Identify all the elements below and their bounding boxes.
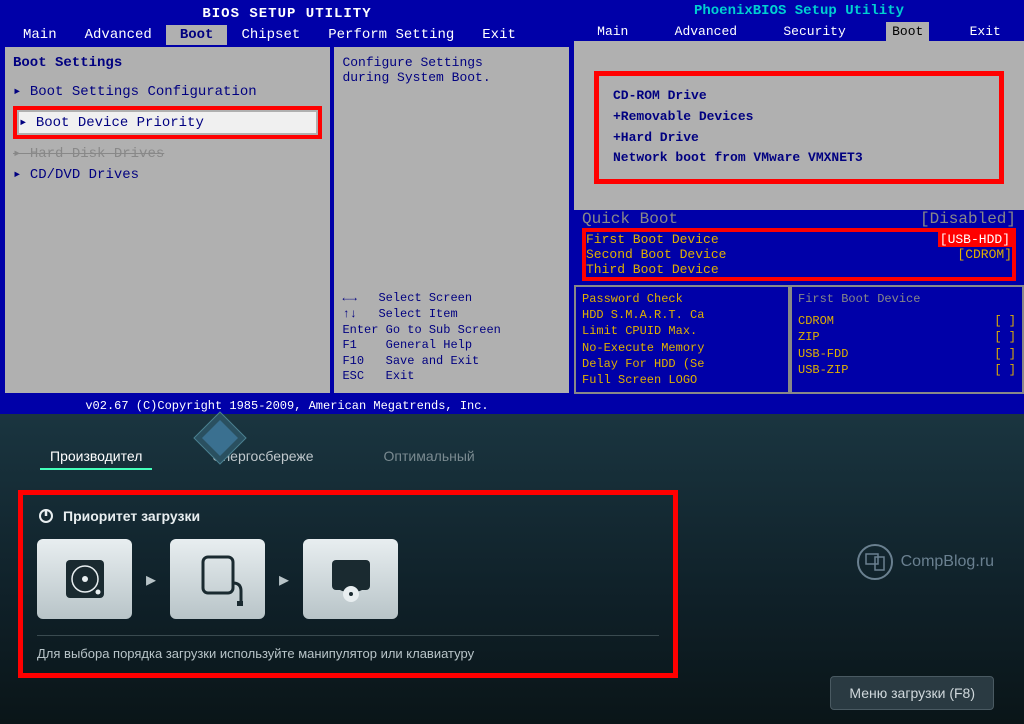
ami-bios-panel: BIOS SETUP UTILITY Main Advanced Boot Ch… <box>0 0 574 414</box>
award-left-4[interactable]: Delay For HDD (Se <box>582 356 782 372</box>
ami-desc-line2: during System Boot. <box>342 70 561 85</box>
ami-desc-line1: Configure Settings <box>342 55 561 70</box>
efi-boot-optical-drive[interactable] <box>303 539 398 619</box>
ami-help-5: ESC Exit <box>342 369 561 385</box>
efi-boot-hard-drive[interactable] <box>37 539 132 619</box>
chevron-right-icon: ▸ <box>146 567 156 592</box>
ami-menu-exit[interactable]: Exit <box>468 25 530 45</box>
phoenix-menu-exit[interactable]: Exit <box>964 22 1007 41</box>
ami-help-4: F10 Save and Exit <box>342 354 561 370</box>
award-opt-0[interactable]: CDROM[ ] <box>798 313 1016 329</box>
award-left-5[interactable]: Full Screen LOGO <box>582 372 782 388</box>
award-left-1[interactable]: HDD S.M.A.R.T. Ca <box>582 307 782 323</box>
highlight-box-ami: ▸ Boot Device Priority <box>13 106 322 139</box>
award-left-3[interactable]: No-Execute Memory <box>582 340 782 356</box>
award-right-col: First Boot Device CDROM[ ] ZIP[ ] USB-FD… <box>790 285 1024 394</box>
efi-heading-text: Приоритет загрузки <box>63 508 200 524</box>
phoenix-bios-panel: PhoenixBIOS Setup Utility Main Advanced … <box>574 0 1024 210</box>
ami-help-3: F1 General Help <box>342 338 561 354</box>
phoenix-boot-1[interactable]: +Removable Devices <box>613 107 985 128</box>
award-quickboot-value: [Disabled] <box>920 210 1016 228</box>
phoenix-title: PhoenixBIOS Setup Utility <box>574 0 1024 22</box>
compblog-icon <box>857 544 893 580</box>
award-first-label: First Boot Device <box>586 232 719 247</box>
ami-item-cd-dvd-drives[interactable]: ▸ CD/DVD Drives <box>13 164 322 185</box>
optical-drive-icon <box>326 554 376 604</box>
highlight-box-award: First Boot Device [USB-HDD] Second Boot … <box>582 228 1016 281</box>
highlight-box-efi: Приоритет загрузки ▸ ▸ Для выбора порядк… <box>18 490 678 678</box>
award-left-col: Password Check HDD S.M.A.R.T. Ca Limit C… <box>574 285 790 394</box>
highlight-box-phoenix: CD-ROM Drive +Removable Devices +Hard Dr… <box>594 71 1004 184</box>
ami-left-pane: Boot Settings ▸ Boot Settings Configurat… <box>3 45 332 395</box>
award-opt-2[interactable]: USB-FDD[ ] <box>798 346 1016 362</box>
award-row-second[interactable]: Second Boot Device [CDROM] <box>586 247 1012 262</box>
award-opt-3[interactable]: USB-ZIP[ ] <box>798 362 1016 378</box>
ami-menu-boot[interactable]: Boot <box>166 25 228 45</box>
award-opt-1[interactable]: ZIP[ ] <box>798 329 1016 345</box>
phoenix-menu-advanced[interactable]: Advanced <box>669 22 743 41</box>
phoenix-menu-boot[interactable]: Boot <box>886 22 929 41</box>
external-drive-icon <box>193 551 243 607</box>
phoenix-menubar: Main Advanced Security Boot Exit <box>574 22 1024 41</box>
ami-menu-main[interactable]: Main <box>9 25 71 45</box>
ami-help-2: Enter Go to Sub Screen <box>342 323 561 339</box>
phoenix-menu-security[interactable]: Security <box>777 22 851 41</box>
efi-tabs: Производител Энергосбереже Оптимальный <box>0 414 1024 480</box>
award-third-label: Third Boot Device <box>586 262 719 277</box>
efi-logo-diamond <box>190 408 250 468</box>
chevron-right-icon: ▸ <box>279 567 289 592</box>
ami-right-pane: Configure Settings during System Boot. ←… <box>332 45 571 395</box>
ami-menubar: Main Advanced Boot Chipset Perform Setti… <box>3 25 571 45</box>
ami-help-0: ←→ Select Screen <box>342 291 561 307</box>
boot-menu-button[interactable]: Меню загрузки (F8) <box>830 676 994 710</box>
ami-item-boot-device-priority[interactable]: ▸ Boot Device Priority <box>19 112 316 133</box>
phoenix-boot-2[interactable]: +Hard Drive <box>613 128 985 149</box>
ami-item-boot-settings-config[interactable]: ▸ Boot Settings Configuration <box>13 81 322 102</box>
phoenix-boot-3[interactable]: Network boot from VMware VMXNET3 <box>613 148 985 169</box>
award-left-0[interactable]: Password Check <box>582 291 782 307</box>
award-bios-panel: Quick Boot [Disabled] First Boot Device … <box>574 210 1024 424</box>
ami-title: BIOS SETUP UTILITY <box>3 3 571 25</box>
efi-boot-external-drive[interactable] <box>170 539 265 619</box>
award-second-value: [CDROM] <box>957 247 1012 262</box>
award-row-first[interactable]: First Boot Device [USB-HDD] <box>586 232 1012 247</box>
watermark-logo: CompBlog.ru <box>857 544 994 580</box>
phoenix-boot-0[interactable]: CD-ROM Drive <box>613 86 985 107</box>
hard-drive-icon <box>60 554 110 604</box>
award-left-2[interactable]: Limit CPUID Max. <box>582 323 782 339</box>
award-row-third[interactable]: Third Boot Device <box>586 262 1012 277</box>
efi-bios-panel: Производител Энергосбереже Оптимальный П… <box>0 414 1024 724</box>
ami-menu-chipset[interactable]: Chipset <box>227 25 314 45</box>
award-second-label: Second Boot Device <box>586 247 726 262</box>
award-quickboot-row: Quick Boot [Disabled] <box>574 210 1024 228</box>
ami-item-hard-disk-drives[interactable]: ▸ Hard Disk Drives <box>13 143 322 164</box>
award-first-value: [USB-HDD] <box>938 232 1012 247</box>
power-icon <box>37 507 55 525</box>
award-right-header: First Boot Device <box>798 291 1016 307</box>
ami-menu-advanced[interactable]: Advanced <box>71 25 166 45</box>
efi-boot-priority-heading: Приоритет загрузки <box>37 507 659 525</box>
award-quickboot-label: Quick Boot <box>582 210 678 228</box>
watermark-text: CompBlog.ru <box>901 553 994 571</box>
ami-menu-perform[interactable]: Perform Setting <box>314 25 468 45</box>
ami-help-1: ↑↓ Select Item <box>342 307 561 323</box>
award-bottom: Password Check HDD S.M.A.R.T. Ca Limit C… <box>574 285 1024 394</box>
efi-boot-order-icons: ▸ ▸ <box>37 539 659 619</box>
efi-tab-optimal[interactable]: Оптимальный <box>374 444 485 470</box>
efi-tab-manufacturer[interactable]: Производител <box>40 444 152 470</box>
phoenix-menu-main[interactable]: Main <box>591 22 634 41</box>
efi-hint-text: Для выбора порядка загрузки используйте … <box>37 635 659 661</box>
ami-help-block: ←→ Select Screen ↑↓ Select Item Enter Go… <box>342 291 561 385</box>
ami-section-title: Boot Settings <box>13 55 322 71</box>
